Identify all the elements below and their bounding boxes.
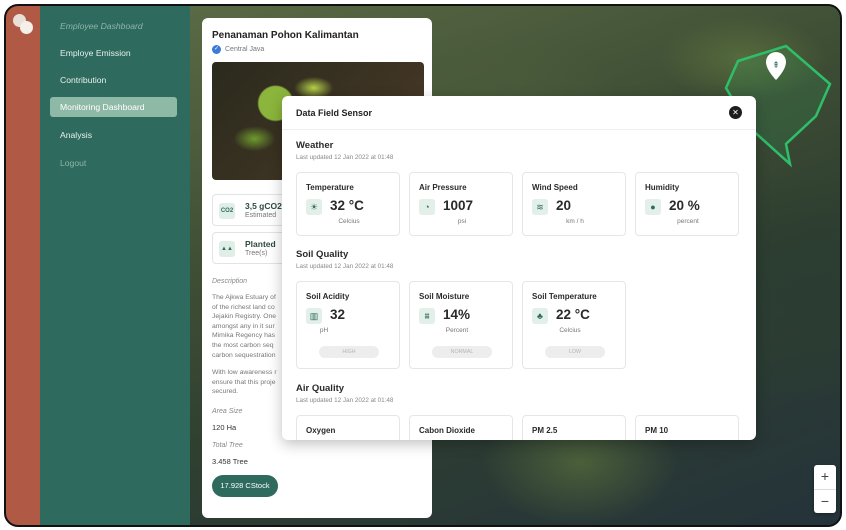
tile-value: 14% xyxy=(443,307,471,322)
sensor-tile-pm10[interactable]: PM 10 xyxy=(635,415,739,440)
sidebar-item-employe-emission[interactable]: Employe Emission xyxy=(50,43,177,63)
description-label: Description xyxy=(212,278,248,285)
stat-label: Estimated xyxy=(245,212,277,219)
stat-value: 3,5 gCO2 xyxy=(245,201,282,211)
sensor-tile-soil-moisture[interactable]: Soil Moisture ⩩ 14% Percent NORMAL xyxy=(409,281,513,369)
close-icon[interactable]: ✕ xyxy=(729,106,742,119)
sensor-tile-soil-temperature[interactable]: Soil Temperature ♣ 22 °C Celcius LOW xyxy=(522,281,626,369)
tile-value: 1007 xyxy=(443,198,474,213)
sensor-tile-pm25[interactable]: PM 2.5 xyxy=(522,415,626,440)
air-updated: Last updated 12 Jan 2022 at 01:48 xyxy=(296,397,394,404)
sidebar-item-logout[interactable]: Logout xyxy=(50,153,177,173)
status-badge: LOW xyxy=(545,346,605,358)
tile-value: 32 xyxy=(330,307,346,322)
sensor-tile-air-pressure[interactable]: Air Pressure ◔ 1007 psi xyxy=(409,172,513,236)
zoom-out-button[interactable]: − xyxy=(814,489,836,513)
status-badge: NORMAL xyxy=(432,346,492,358)
ph-meter-icon: ▥ xyxy=(306,308,322,324)
sidebar-item-analysis[interactable]: Analysis xyxy=(50,125,177,145)
droplet-icon: ● xyxy=(645,199,661,215)
sidebar-item-monitoring-dashboard[interactable]: Monitoring Dashboard xyxy=(50,97,177,117)
moisture-icon: ⩩ xyxy=(419,308,435,324)
tile-value: 20 % xyxy=(669,198,700,213)
tile-title: Wind Speed xyxy=(532,183,578,192)
tile-title: PM 2.5 xyxy=(532,426,558,435)
tile-title: Oxygen xyxy=(306,426,336,435)
tile-value: 32 °C xyxy=(330,198,364,213)
gauge-icon: ◔ xyxy=(419,199,435,215)
wind-icon: ≋ xyxy=(532,199,548,215)
weather-updated: Last updated 12 Jan 2022 at 01:48 xyxy=(296,154,394,161)
tile-title: Air Pressure xyxy=(419,183,467,192)
description-text-2: With low awareness r ensure that this pr… xyxy=(212,369,277,396)
verified-check-icon: ✓ xyxy=(212,45,221,54)
tile-unit: km / h xyxy=(566,218,584,225)
sensor-tile-temperature[interactable]: Temperature ☀ 32 °C Celcius xyxy=(296,172,400,236)
brand-strip xyxy=(6,6,40,525)
sun-icon: ☀ xyxy=(306,199,322,215)
stat-label: Tree(s) xyxy=(245,250,268,257)
sidebar: Employee Dashboard Employe Emission Cont… xyxy=(40,6,190,525)
tile-title: Cabon Dioxide xyxy=(419,426,476,435)
stat-value: Planted xyxy=(245,239,276,249)
tile-title: Soil Temperature xyxy=(532,292,597,301)
plant-temperature-icon: ♣ xyxy=(532,308,548,324)
sidebar-item-employee-dashboard[interactable]: Employee Dashboard xyxy=(50,16,177,36)
sensor-tile-humidity[interactable]: Humidity ● 20 % percent xyxy=(635,172,739,236)
modal-title: Data Field Sensor xyxy=(296,108,373,118)
trees-icon: ▲▲ xyxy=(219,241,235,257)
tile-unit: pH xyxy=(319,327,329,334)
tile-unit: percent xyxy=(677,218,699,225)
modal-header: Data Field Sensor ✕ xyxy=(282,96,756,130)
area-size-value: 120 Ha xyxy=(212,423,237,432)
status-badge: HIGH xyxy=(319,346,379,358)
soil-section-title: Soil Quality xyxy=(296,249,349,260)
tile-unit: Celcius xyxy=(559,327,581,334)
tile-value: 22 °C xyxy=(556,307,590,322)
app-window: Employee Dashboard Employe Emission Cont… xyxy=(4,4,842,527)
app-logo-icon[interactable] xyxy=(13,14,35,34)
sensor-tile-soil-acidity[interactable]: Soil Acidity ▥ 32 pH HIGH xyxy=(296,281,400,369)
tile-title: PM 10 xyxy=(645,426,669,435)
weather-section-title: Weather xyxy=(296,140,334,151)
project-title: Penanaman Pohon Kalimantan xyxy=(212,30,359,41)
tile-title: Soil Moisture xyxy=(419,292,470,301)
total-tree-value: 3.458 Tree xyxy=(212,457,248,466)
air-section-title: Air Quality xyxy=(296,383,345,394)
tile-value: 20 xyxy=(556,198,572,213)
tile-title: Humidity xyxy=(645,183,680,192)
data-field-sensor-modal: Data Field Sensor ✕ Weather Last updated… xyxy=(282,96,756,440)
tile-title: Temperature xyxy=(306,183,354,192)
co2-icon: CO2 xyxy=(219,203,235,219)
sidebar-item-contribution[interactable]: Contribution xyxy=(50,70,177,90)
tile-unit: psi xyxy=(457,218,467,225)
tile-unit: Percent xyxy=(445,327,469,334)
zoom-in-button[interactable]: + xyxy=(814,465,836,489)
svg-text:⇞: ⇞ xyxy=(772,61,780,71)
sensor-tile-carbon-dioxide[interactable]: Cabon Dioxide xyxy=(409,415,513,440)
project-location: ✓ Central Java xyxy=(212,45,264,54)
total-tree-label: Total Tree xyxy=(212,442,243,449)
map-zoom-control: + − xyxy=(814,465,836,513)
sensor-tile-wind-speed[interactable]: Wind Speed ≋ 20 km / h xyxy=(522,172,626,236)
tile-unit: Celcius xyxy=(338,218,360,225)
project-location-label: Central Java xyxy=(225,46,265,53)
sensor-tile-oxygen[interactable]: Oxygen xyxy=(296,415,400,440)
cstock-button[interactable]: 17.928 CStock xyxy=(212,475,278,497)
tile-title: Soil Acidity xyxy=(306,292,350,301)
area-size-label: Area Size xyxy=(212,408,243,415)
soil-updated: Last updated 12 Jan 2022 at 01:48 xyxy=(296,263,394,270)
